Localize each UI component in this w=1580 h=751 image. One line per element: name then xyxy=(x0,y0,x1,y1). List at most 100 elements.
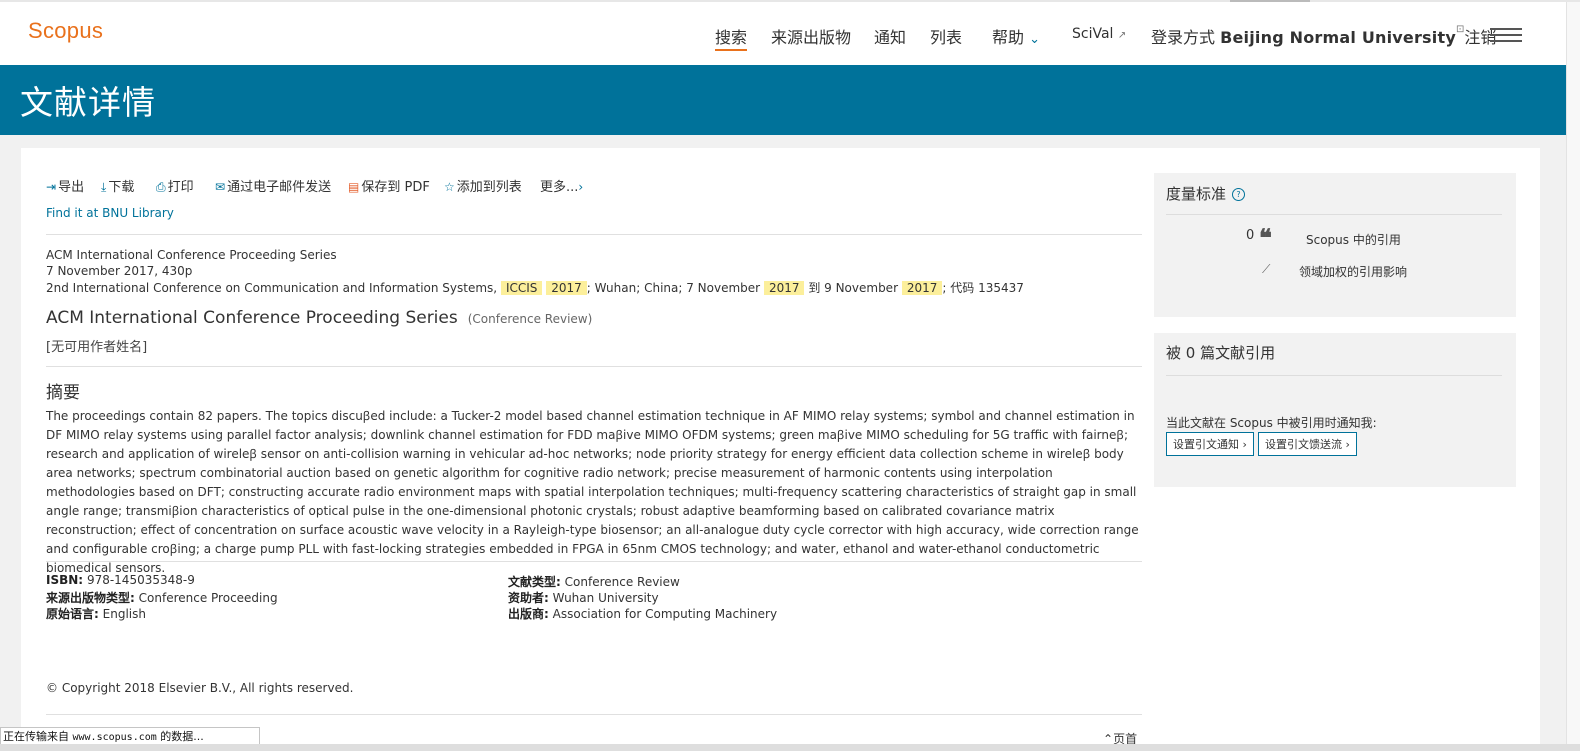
save-pdf-button[interactable]: ▤ 保存到 PDF xyxy=(348,176,430,195)
login-prefix: 登录方式 xyxy=(1151,28,1216,47)
divider xyxy=(46,366,1142,367)
divider xyxy=(46,234,1142,235)
chevron-down-icon: ⌄ xyxy=(1029,32,1041,47)
scrollbar-track[interactable] xyxy=(1566,2,1580,751)
chevron-right-icon: › xyxy=(578,180,584,194)
metrics-heading-text: 度量标准 xyxy=(1166,185,1227,203)
sponsor-value: Wuhan University xyxy=(552,591,659,605)
doc-type-field: 文献类型: Conference Review xyxy=(508,573,680,590)
fwci-gauge-icon: ⟋ xyxy=(1262,262,1271,276)
set-alert-label: 设置引文通知 xyxy=(1173,438,1239,451)
conference-info: 2nd International Conference on Communic… xyxy=(46,279,1024,296)
set-citation-alert-button[interactable]: 设置引文通知 › xyxy=(1166,432,1254,456)
source-series[interactable]: ACM International Conference Proceeding … xyxy=(46,248,337,262)
add-to-list-button[interactable]: ☆ 添加到列表 xyxy=(444,176,522,195)
email-label: 通过电子邮件发送 xyxy=(227,180,332,195)
conference-name: 2nd International Conference on Communic… xyxy=(46,281,498,295)
doc-type-value: Conference Review xyxy=(564,575,680,589)
source-type-label: 来源出版物类型: xyxy=(46,591,135,605)
quote-icon: ❝ xyxy=(1259,223,1272,252)
metrics-box: 度量标准? 0 ❝ Scopus 中的引用 ⟋ 领域加权的引用影响 xyxy=(1154,173,1516,317)
export-icon: ⇥ xyxy=(46,180,57,194)
cited-by-heading: 被 0 篇文献引用 xyxy=(1166,344,1276,362)
help-icon[interactable]: ? xyxy=(1232,188,1246,201)
nav-scival-label: SciVal xyxy=(1072,26,1114,42)
cited-by-box: 被 0 篇文献引用 当此文献在 Scopus 中被引用时通知我: 设置引文通知 … xyxy=(1154,333,1516,487)
more-label: 更多... xyxy=(540,180,579,195)
isbn-value: 978-145035348-9 xyxy=(86,573,195,587)
end-year: 2017 xyxy=(901,281,943,295)
citation-count[interactable]: 0 xyxy=(1246,228,1254,243)
abstract-text: The proceedings contain 82 papers. The t… xyxy=(46,409,1139,575)
document-title: ACM International Conference Proceeding … xyxy=(46,308,592,328)
divider xyxy=(1166,214,1502,215)
email-button[interactable]: ✉ 通过电子邮件发送 xyxy=(215,176,331,195)
publisher-label: 出版商: xyxy=(508,607,549,621)
chevron-right-icon: › xyxy=(1242,438,1247,451)
doc-type-label: 文献类型: xyxy=(508,575,561,589)
chevron-right-icon: › xyxy=(1345,438,1350,451)
status-suffix: 的数据... xyxy=(160,730,204,743)
citations-label: Scopus 中的引用 xyxy=(1306,233,1401,247)
divider xyxy=(46,561,1142,562)
divider xyxy=(1166,375,1502,376)
set-citation-feed-button[interactable]: 设置引文馈送流 › xyxy=(1258,432,1357,456)
window-bottom-border xyxy=(0,744,1580,751)
language-field: 原始语言: English xyxy=(46,605,146,622)
publisher-value: Association for Computing Machinery xyxy=(552,607,778,621)
sponsor-field: 资助者: Wuhan University xyxy=(508,589,659,606)
document-title-text: ACM International Conference Proceeding … xyxy=(46,308,458,328)
conference-location-start: ; Wuhan; China; 7 November xyxy=(586,281,761,295)
nav-login-info: 登录方式 Beijing Normal University⊡注销 xyxy=(1151,24,1496,48)
start-year: 2017 xyxy=(763,281,805,295)
add-list-label: 添加到列表 xyxy=(456,180,522,195)
nav-sources[interactable]: 来源出版物 xyxy=(771,24,851,48)
export-button[interactable]: ⇥ 导出 xyxy=(46,176,84,195)
pdf-icon: ▤ xyxy=(348,180,360,194)
language-label: 原始语言: xyxy=(46,607,99,621)
download-button[interactable]: ⤓ 下载 xyxy=(101,176,134,195)
menu-icon[interactable] xyxy=(1490,28,1522,44)
document-panel: ⇥ 导出 ⤓ 下载 ⎙ 打印 ✉ 通过电子邮件发送 ▤ 保存到 PDF ☆ 添加到列表 更多… xyxy=(21,148,1540,751)
site-header: Scopus 搜索 来源出版物 通知 列表 帮助 ⌄ SciVal ↗ 登录方式… xyxy=(0,2,1566,65)
source-date-pages: 7 November 2017, 430p xyxy=(46,264,193,278)
author-list: [无可用作者姓名] xyxy=(46,340,148,355)
print-button[interactable]: ⎙ 打印 xyxy=(156,176,194,195)
download-label: 下载 xyxy=(108,180,135,195)
abstract-heading: 摘要 xyxy=(46,383,80,403)
library-link[interactable]: Find it at BNU Library xyxy=(46,206,174,220)
nav-alerts[interactable]: 通知 xyxy=(874,24,906,48)
browser-status-bar: 正在传输来自 www.scopus.com 的数据... xyxy=(0,727,260,745)
sponsor-label: 资助者: xyxy=(508,591,549,605)
print-label: 打印 xyxy=(167,180,194,195)
metrics-heading: 度量标准? xyxy=(1166,183,1246,204)
document-type: (Conference Review) xyxy=(467,312,593,326)
nav-lists[interactable]: 列表 xyxy=(930,24,962,48)
more-button[interactable]: 更多...› xyxy=(540,176,585,195)
conference-code: ; 代码 135437 xyxy=(942,281,1024,295)
fwci-label: 领域加权的引用影响 xyxy=(1299,265,1408,279)
copyright-notice: © Copyright 2018 Elsevier B.V., All righ… xyxy=(46,681,354,695)
print-icon: ⎙ xyxy=(156,180,166,194)
export-label: 导出 xyxy=(58,180,85,195)
status-prefix: 正在传输来自 xyxy=(3,730,69,743)
isbn-field: ISBN: 978-145035348-9 xyxy=(46,573,195,587)
nav-search[interactable]: 搜索 xyxy=(715,24,748,51)
alert-prompt: 当此文献在 Scopus 中被引用时通知我: xyxy=(1166,416,1377,430)
isbn-label: ISBN: xyxy=(46,573,84,587)
save-pdf-label: 保存到 PDF xyxy=(361,180,430,195)
conference-acronym: ICCIS xyxy=(500,281,543,295)
external-link-icon: ↗ xyxy=(1117,30,1127,41)
institution-name: Beijing Normal University xyxy=(1220,28,1456,47)
download-icon: ⤓ xyxy=(101,180,107,194)
star-icon: ☆ xyxy=(444,180,455,194)
publisher-field: 出版商: Association for Computing Machinery xyxy=(508,605,777,622)
nav-scival[interactable]: SciVal ↗ xyxy=(1072,26,1126,42)
scopus-logo[interactable]: Scopus xyxy=(28,18,103,44)
conference-end-date: 到 9 November xyxy=(808,281,899,295)
nav-help-label: 帮助 xyxy=(992,28,1025,47)
set-feed-label: 设置引文馈送流 xyxy=(1265,438,1342,451)
nav-help[interactable]: 帮助 ⌄ xyxy=(992,24,1040,48)
status-url: www.scopus.com xyxy=(72,732,157,743)
source-type-value: Conference Proceeding xyxy=(138,591,278,605)
